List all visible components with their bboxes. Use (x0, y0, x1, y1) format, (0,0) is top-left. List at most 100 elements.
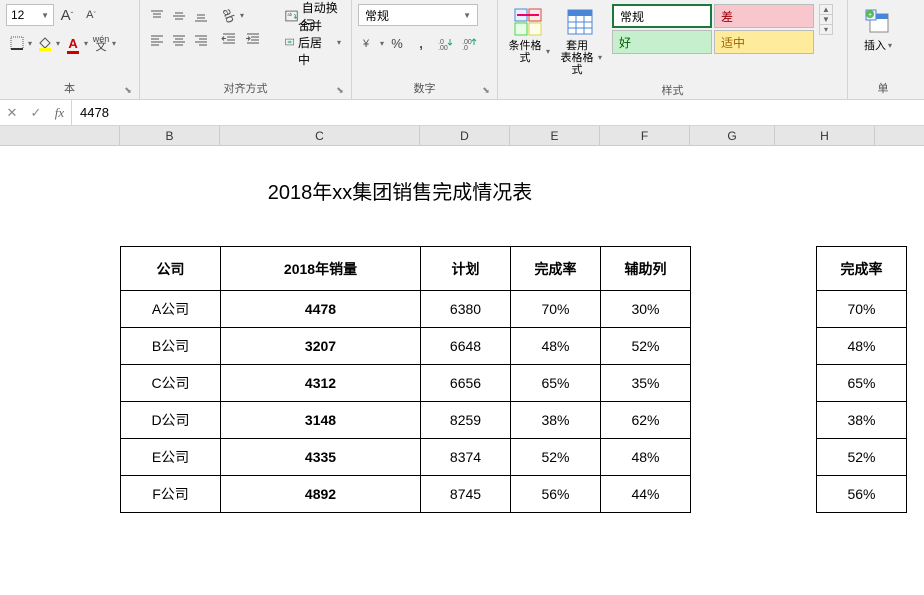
cell[interactable]: 6648 (421, 328, 511, 365)
cell[interactable]: 8745 (421, 476, 511, 513)
col-header-c[interactable]: C (220, 126, 420, 145)
cell[interactable]: 70% (817, 291, 907, 328)
border-button[interactable] (6, 32, 28, 54)
col-header-h[interactable]: H (775, 126, 875, 145)
gallery-down-button[interactable]: ▼ (820, 15, 832, 25)
cell[interactable]: B公司 (121, 328, 221, 365)
header-completion2[interactable]: 完成率 (817, 247, 907, 291)
formula-input[interactable]: 4478 (72, 105, 924, 120)
header-completion[interactable]: 完成率 (511, 247, 601, 291)
cell[interactable]: A公司 (121, 291, 221, 328)
header-company[interactable]: 公司 (121, 247, 221, 291)
worksheet[interactable]: 2018年xx集团销售完成情况表 公司 2018年销量 计划 完成率 辅助列 A… (0, 146, 924, 205)
cell[interactable]: 56% (511, 476, 601, 513)
cell[interactable]: 30% (601, 291, 691, 328)
merge-center-button[interactable]: 合并后居中 ▾ (281, 30, 345, 54)
format-as-table-button[interactable]: 套用 表格格式▾ (556, 4, 604, 78)
cell[interactable]: 56% (817, 476, 907, 513)
increase-indent-button[interactable] (242, 28, 264, 50)
increase-decimal-button[interactable]: .0.00 (434, 32, 456, 54)
col-header-d[interactable]: D (420, 126, 510, 145)
header-aux[interactable]: 辅助列 (601, 247, 691, 291)
enter-button[interactable]: ✓ (24, 101, 48, 125)
col-header-f[interactable]: F (600, 126, 690, 145)
phonetic-button[interactable]: wén文 (90, 32, 112, 54)
cell[interactable]: 48% (817, 328, 907, 365)
cell[interactable]: 4478 (221, 291, 421, 328)
chevron-down-icon[interactable]: ▾ (84, 39, 88, 48)
dialog-launcher-icon[interactable]: ⬊ (123, 85, 133, 95)
cell[interactable]: 62% (601, 402, 691, 439)
svg-text:ab: ab (287, 12, 292, 17)
chevron-down-icon[interactable]: ▾ (240, 11, 244, 20)
cell[interactable]: 8259 (421, 402, 511, 439)
cell[interactable]: 4335 (221, 439, 421, 476)
font-color-button[interactable]: A (62, 32, 84, 54)
cell[interactable]: C公司 (121, 365, 221, 402)
cell[interactable]: 6380 (421, 291, 511, 328)
font-size-combo[interactable]: 12 ▼ (6, 4, 54, 26)
comma-button[interactable]: , (410, 32, 432, 54)
style-normal[interactable]: 常规 (612, 4, 712, 28)
accounting-format-button[interactable]: ¥ (358, 32, 380, 54)
decrease-font-button[interactable]: Aˇ (80, 4, 102, 26)
cell[interactable]: 4312 (221, 365, 421, 402)
cell[interactable]: 65% (511, 365, 601, 402)
percent-button[interactable]: % (386, 32, 408, 54)
col-header[interactable] (0, 126, 120, 145)
style-bad[interactable]: 差 (714, 4, 814, 28)
cell[interactable]: E公司 (121, 439, 221, 476)
increase-font-button[interactable]: Aˇ (56, 4, 78, 26)
cell[interactable]: 6656 (421, 365, 511, 402)
chevron-down-icon[interactable]: ▾ (112, 39, 116, 48)
fill-color-button[interactable] (34, 32, 56, 54)
conditional-formatting-button[interactable]: 条件格式▾ (504, 4, 552, 66)
cell[interactable]: 8374 (421, 439, 511, 476)
sheet-title[interactable]: 2018年xx集团销售完成情况表 (100, 176, 700, 205)
col-header-b[interactable]: B (120, 126, 220, 145)
cell[interactable]: 48% (511, 328, 601, 365)
number-format-combo[interactable]: 常规 ▼ (358, 4, 478, 26)
cell[interactable]: 38% (817, 402, 907, 439)
cell[interactable]: 70% (511, 291, 601, 328)
cell[interactable]: 48% (601, 439, 691, 476)
table-header-row: 公司 2018年销量 计划 完成率 辅助列 (121, 247, 691, 291)
cell[interactable]: 35% (601, 365, 691, 402)
cell[interactable]: D公司 (121, 402, 221, 439)
fx-button[interactable]: fx (48, 100, 72, 125)
chevron-down-icon[interactable]: ▾ (380, 39, 384, 48)
gallery-up-button[interactable]: ▲ (820, 5, 832, 15)
style-neutral[interactable]: 适中 (714, 30, 814, 54)
cell[interactable]: 3207 (221, 328, 421, 365)
header-plan[interactable]: 计划 (421, 247, 511, 291)
cancel-button[interactable]: ✕ (0, 101, 24, 125)
decrease-indent-button[interactable] (218, 28, 240, 50)
align-bottom-button[interactable] (190, 4, 212, 28)
style-good[interactable]: 好 (612, 30, 712, 54)
decrease-decimal-button[interactable]: .00.0 (458, 32, 480, 54)
col-header-e[interactable]: E (510, 126, 600, 145)
orientation-button[interactable]: ab (218, 4, 240, 26)
dialog-launcher-icon[interactable]: ⬊ (481, 85, 491, 95)
header-sales[interactable]: 2018年销量 (221, 247, 421, 291)
align-middle-button[interactable] (168, 4, 190, 28)
gallery-more-button[interactable]: ▾ (820, 25, 832, 34)
cell[interactable]: 52% (511, 439, 601, 476)
cell[interactable]: 52% (817, 439, 907, 476)
cell[interactable]: F公司 (121, 476, 221, 513)
align-right-button[interactable] (190, 28, 212, 52)
insert-cells-button[interactable]: + 插入▾ (854, 4, 902, 54)
cell[interactable]: 4892 (221, 476, 421, 513)
align-left-button[interactable] (146, 28, 168, 52)
dialog-launcher-icon[interactable]: ⬊ (335, 85, 345, 95)
align-center-button[interactable] (168, 28, 190, 52)
col-header-g[interactable]: G (690, 126, 775, 145)
cell[interactable]: 44% (601, 476, 691, 513)
chevron-down-icon[interactable]: ▾ (56, 39, 60, 48)
cell[interactable]: 52% (601, 328, 691, 365)
cell[interactable]: 65% (817, 365, 907, 402)
cell[interactable]: 3148 (221, 402, 421, 439)
chevron-down-icon[interactable]: ▾ (28, 39, 32, 48)
cell[interactable]: 38% (511, 402, 601, 439)
align-top-button[interactable] (146, 4, 168, 28)
